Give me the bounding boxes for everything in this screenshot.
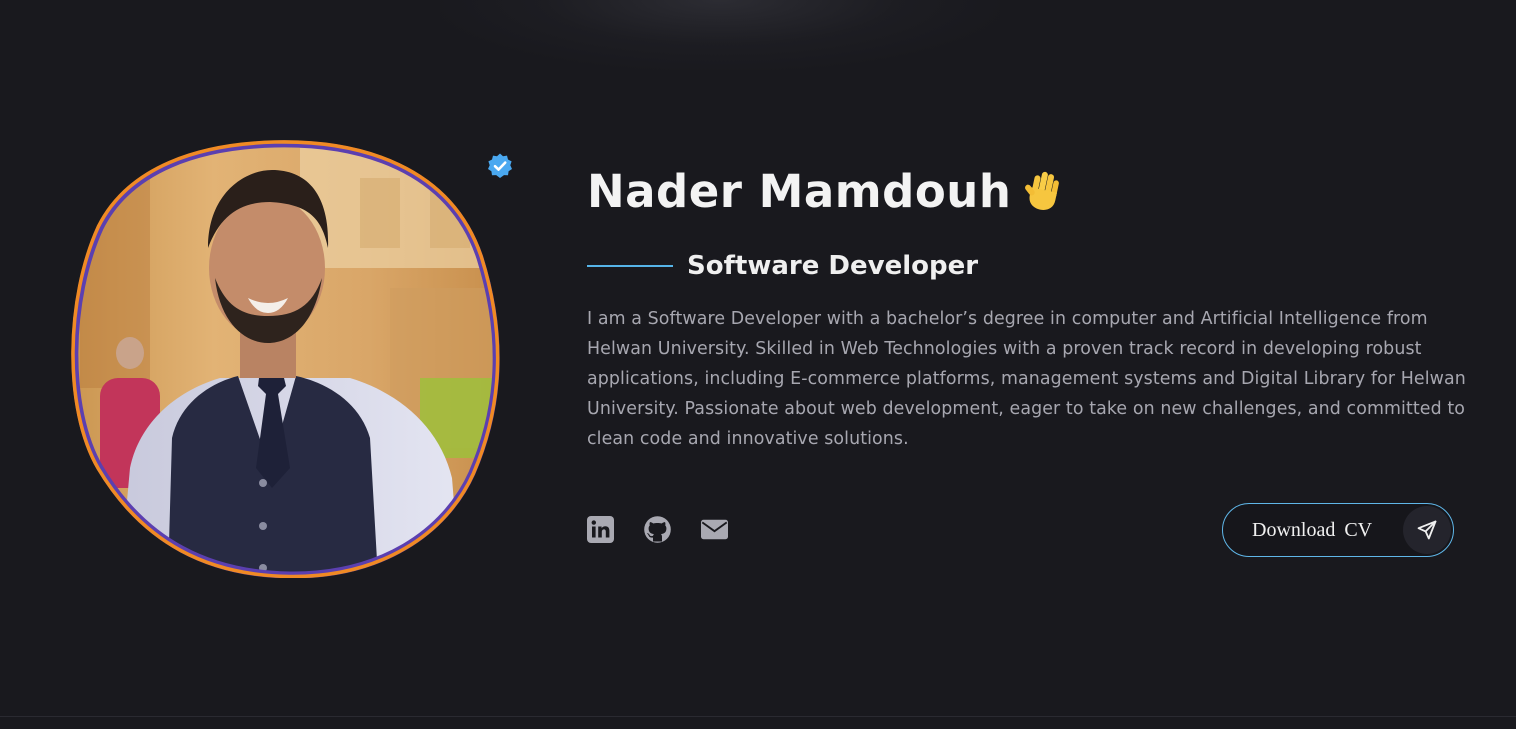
top-glow (440, 0, 1000, 70)
download-cv-button[interactable]: Download CV (1222, 503, 1454, 557)
section-divider (0, 716, 1516, 717)
envelope-icon[interactable] (701, 516, 728, 543)
role-row: Software Developer (587, 248, 1467, 284)
role-accent-line (587, 265, 673, 267)
social-links (587, 516, 728, 543)
profile-name: Nader Mamdouh (587, 164, 1012, 218)
download-cv-label: Download CV (1252, 518, 1373, 541)
send-icon (1403, 506, 1451, 554)
verified-badge-icon (486, 152, 514, 180)
waving-hand-icon (1021, 168, 1067, 214)
profile-avatar (60, 138, 500, 578)
name-row: Nader Mamdouh (587, 160, 1467, 222)
profile-bio: I am a Software Developer with a bachelo… (587, 309, 1466, 449)
github-icon[interactable] (644, 516, 671, 543)
profile-role: Software Developer (687, 251, 979, 281)
hero-section: Nader Mamdouh Software Developer I am a … (587, 160, 1467, 454)
linkedin-icon[interactable] (587, 516, 614, 543)
